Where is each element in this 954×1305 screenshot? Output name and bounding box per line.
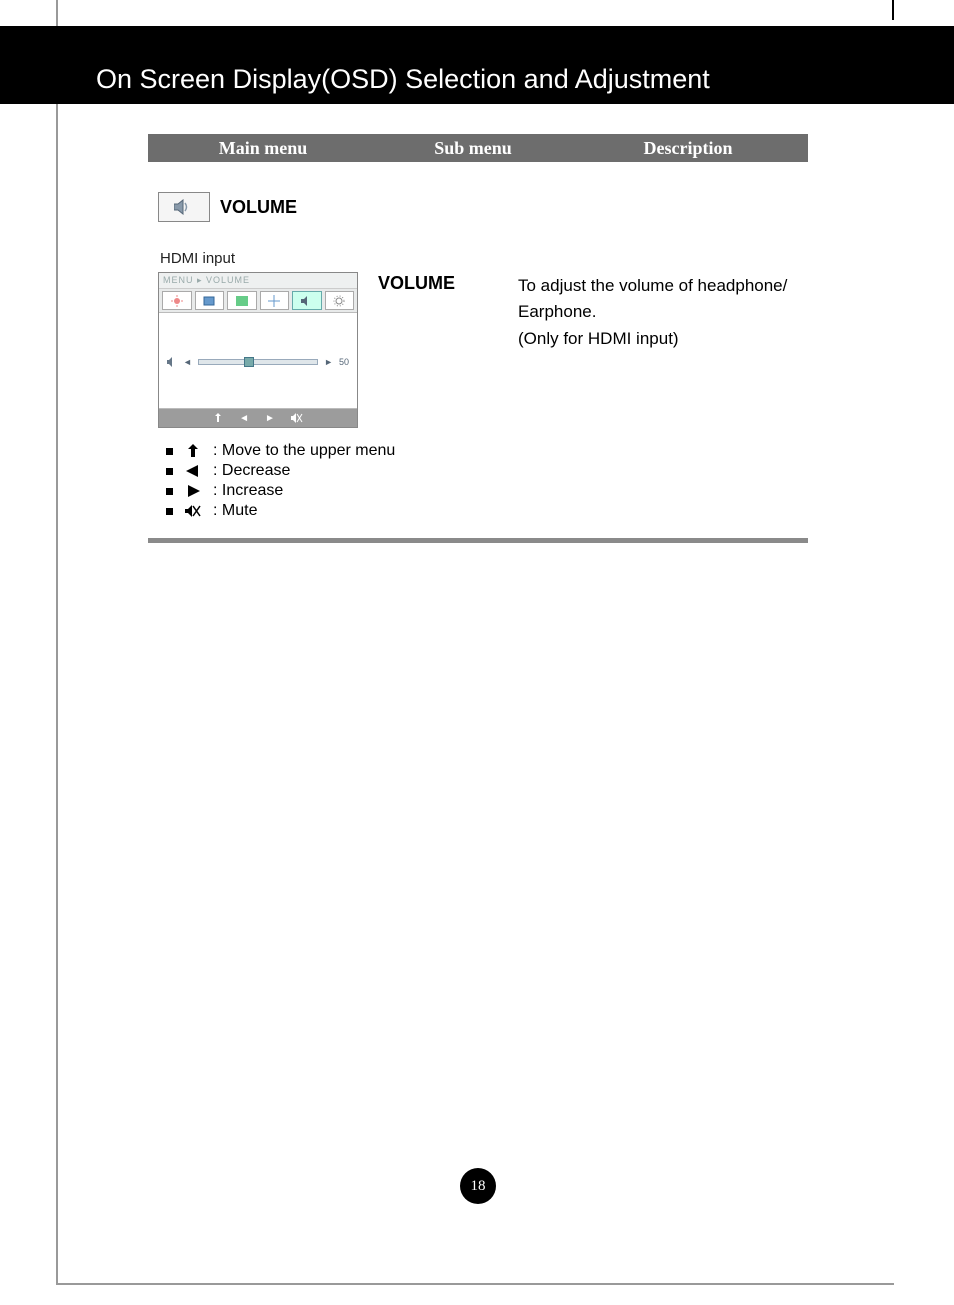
osd-tab-volume-icon [292, 291, 322, 310]
submenu-volume-label: VOLUME [378, 273, 455, 294]
page-number: 18 [471, 1178, 486, 1195]
legend-right-text: : Increase [213, 482, 283, 500]
right-arrow-icon [186, 485, 200, 497]
osd-footer-left-icon: ◄ [239, 413, 249, 424]
description-line-2: Earphone. [518, 299, 808, 325]
osd-footer-mute-icon [291, 413, 303, 423]
bullet-icon [166, 468, 173, 475]
osd-tab-picture-icon [195, 291, 225, 310]
osd-body: ◄ ► 50 [159, 313, 357, 409]
osd-slider-left-arrow-icon: ◄ [183, 357, 192, 367]
legend-row-right: : Increase [166, 482, 395, 500]
bullet-icon [166, 488, 173, 495]
bullet-icon [166, 448, 173, 455]
osd-slider-thumb [244, 357, 254, 367]
osd-slider-row: ◄ ► 50 [167, 357, 349, 367]
button-legend: : Move to the upper menu : Decrease : In… [166, 442, 395, 522]
section-title-row: VOLUME [158, 192, 297, 222]
osd-tab-brightness-icon [162, 291, 192, 310]
osd-slider-value: 50 [339, 357, 349, 367]
osd-screenshot: MENU ▸ VOLUME ◄ ► 50 [158, 272, 358, 428]
description-line-1: To adjust the volume of headphone/ [518, 273, 808, 299]
legend-row-left: : Decrease [166, 462, 395, 480]
description-block: To adjust the volume of headphone/ Earph… [518, 273, 808, 352]
osd-slider-right-arrow-icon: ► [324, 357, 333, 367]
osd-tab-color-icon [227, 291, 257, 310]
page-title-bar: On Screen Display(OSD) Selection and Adj… [0, 26, 954, 104]
osd-tab-position-icon [260, 291, 290, 310]
legend-row-up: : Move to the upper menu [166, 442, 395, 460]
speaker-icon-box [158, 192, 210, 222]
osd-slider-track [198, 359, 318, 365]
description-line-3: (Only for HDMI input) [518, 326, 808, 352]
osd-footer-up-icon [213, 413, 223, 423]
speaker-small-icon [167, 357, 177, 367]
col-main-menu: Main menu [148, 138, 378, 159]
osd-tab-setup-icon [325, 291, 355, 310]
legend-up-text: : Move to the upper menu [213, 442, 395, 460]
osd-breadcrumb: MENU ▸ VOLUME [159, 273, 357, 289]
section-divider [148, 538, 808, 543]
up-arrow-icon [186, 444, 200, 458]
osd-tab-row [159, 289, 357, 313]
col-sub-menu: Sub menu [378, 138, 568, 159]
hdmi-input-label: HDMI input [160, 250, 235, 267]
legend-row-mute: : Mute [166, 502, 395, 520]
section-title: VOLUME [220, 197, 297, 218]
bullet-icon [166, 508, 173, 515]
speaker-icon [174, 199, 194, 215]
column-header-row: Main menu Sub menu Description [148, 134, 808, 162]
mute-icon [185, 505, 201, 517]
osd-footer: ◄ ► [159, 409, 357, 427]
legend-left-text: : Decrease [213, 462, 290, 480]
osd-footer-right-icon: ► [265, 413, 275, 424]
col-description: Description [568, 138, 808, 159]
page-number-badge: 18 [460, 1168, 496, 1204]
legend-mute-text: : Mute [213, 502, 257, 520]
left-arrow-icon [186, 465, 200, 477]
page-title: On Screen Display(OSD) Selection and Adj… [96, 64, 710, 94]
